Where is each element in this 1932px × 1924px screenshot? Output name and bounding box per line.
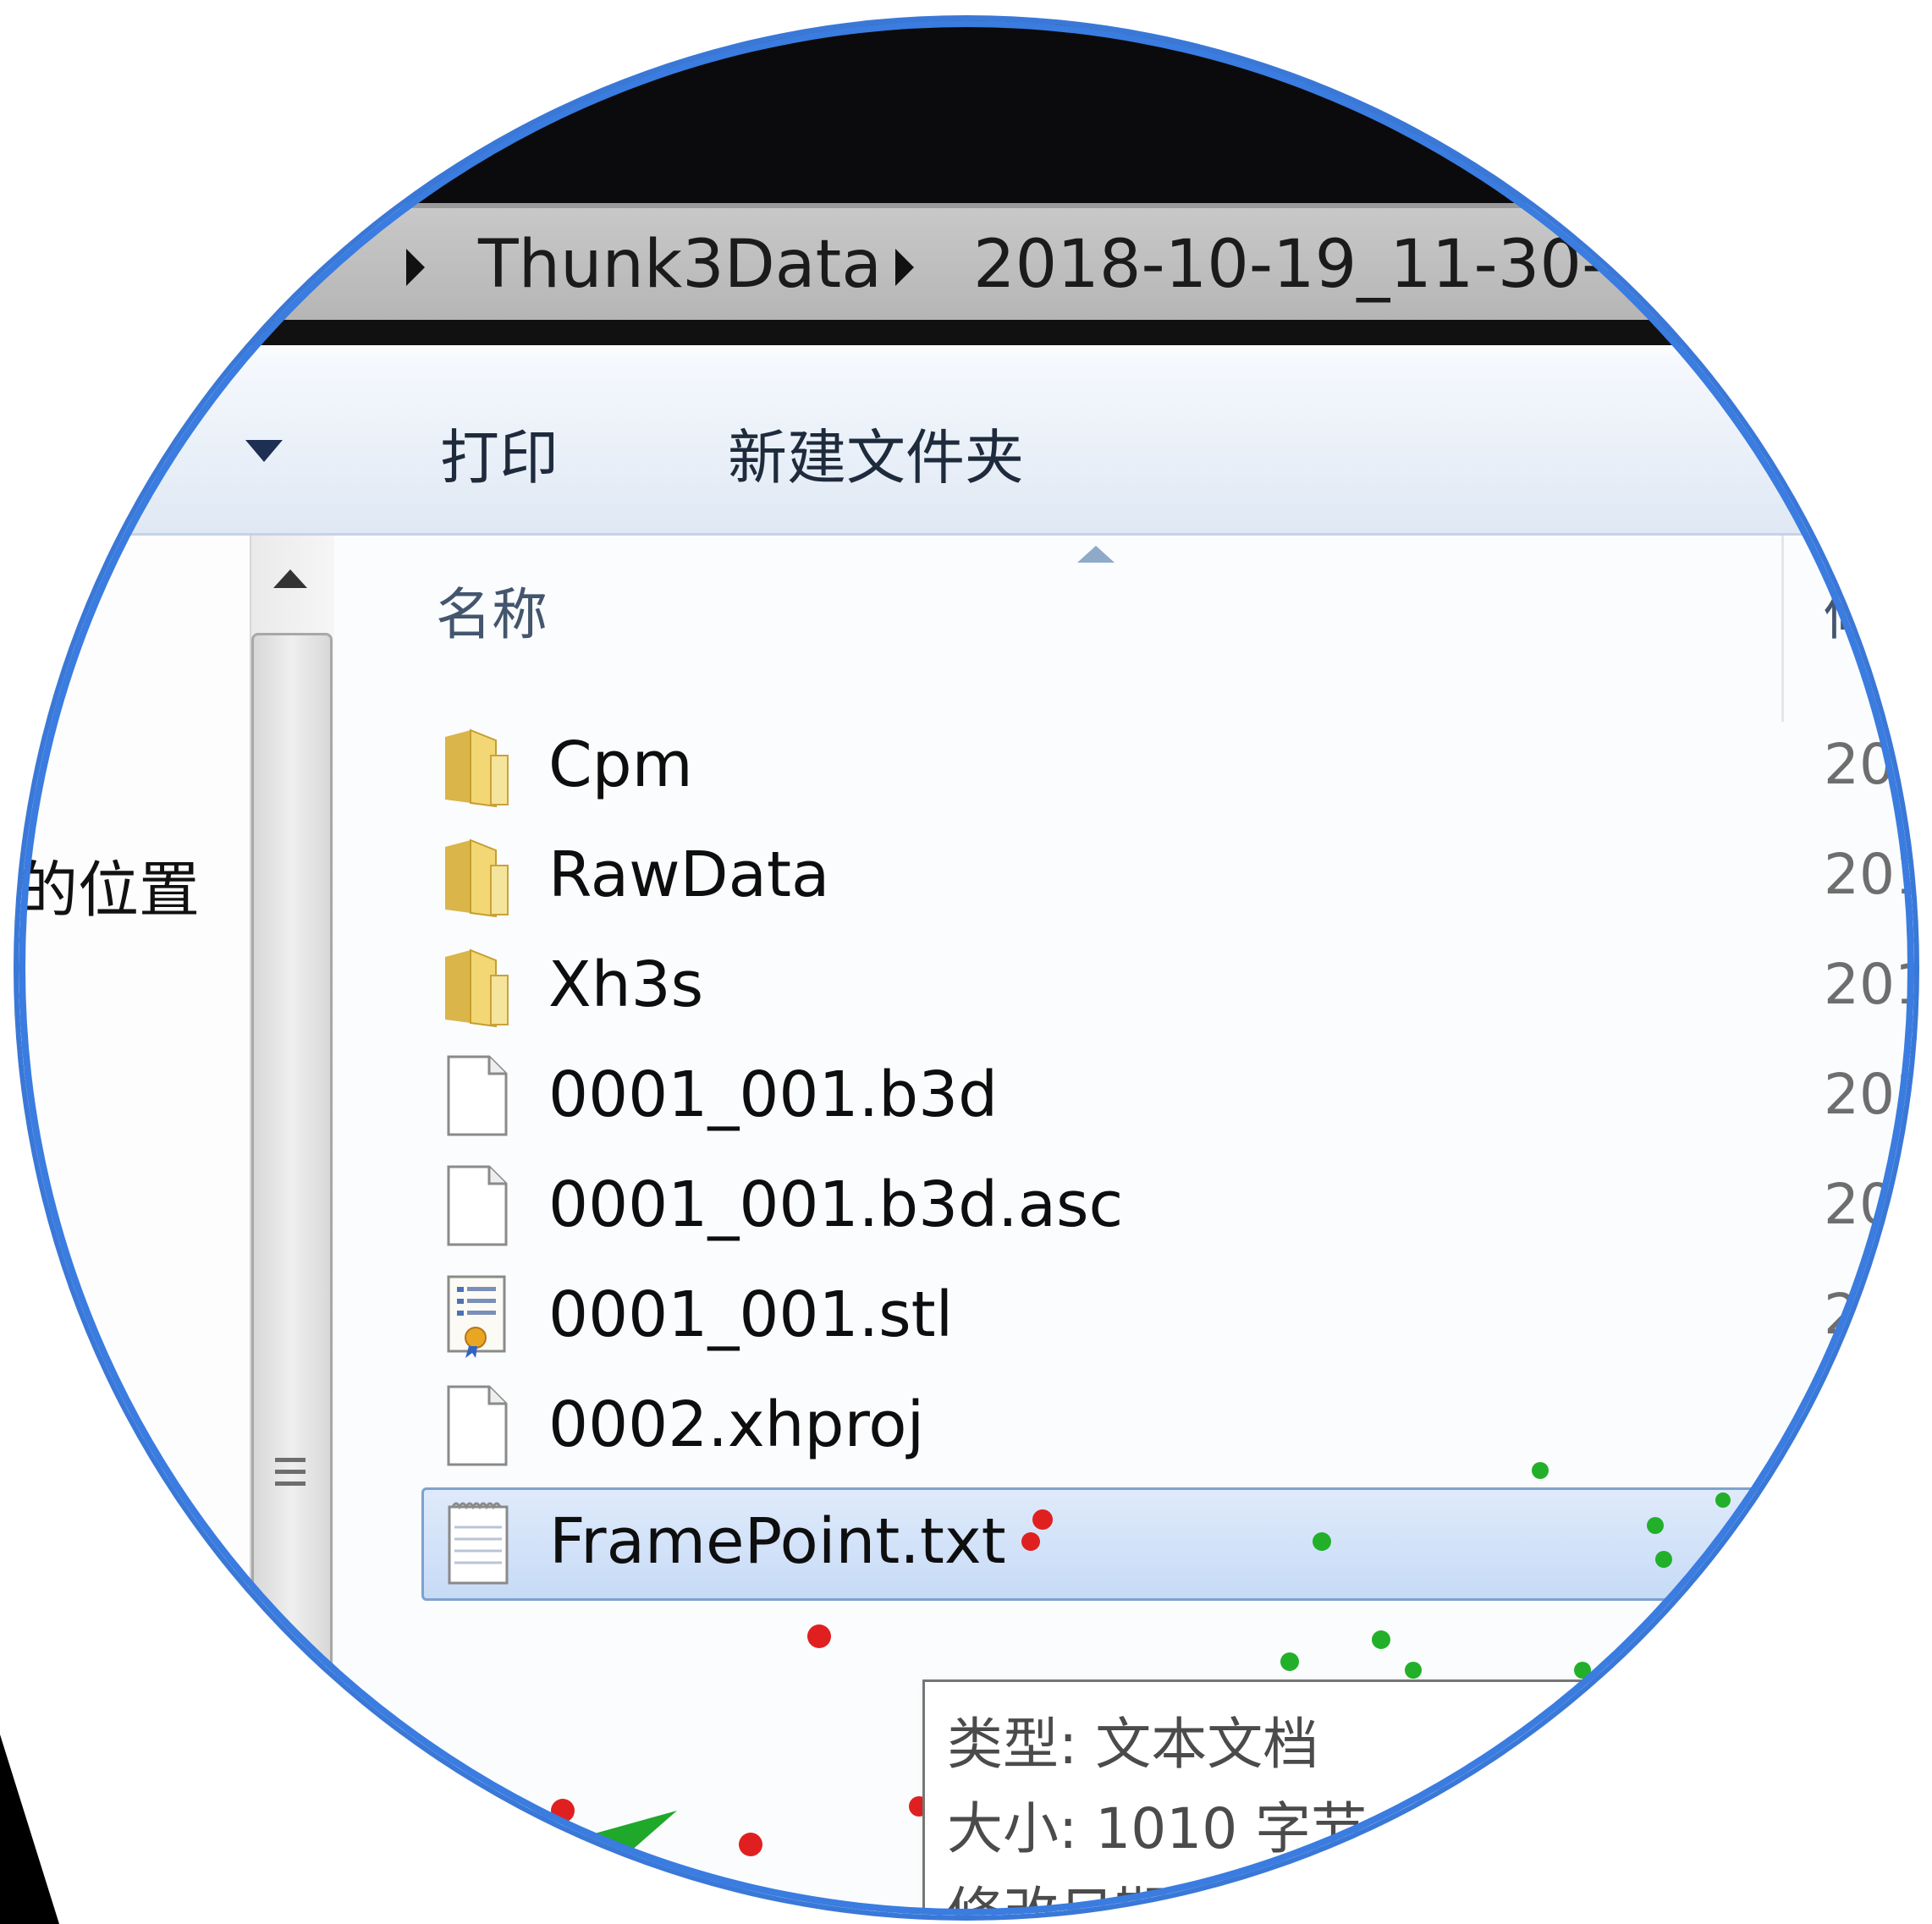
tooltip-modified: 修改日期 (947, 1881, 1170, 1916)
tooltip-type: 类型: 文本文档 (947, 1712, 1319, 1777)
point-cloud-overlay (447, 1462, 1743, 1916)
file-tooltip: 类型: 文本文档 大小: 1010 字节 修改日期 (922, 1679, 1604, 1916)
green-mesh-shape (449, 1811, 677, 1916)
magnifier-lens: Thunk3Data 2018-10-19_11-30-40 打印 新建文件夹 … (19, 20, 1914, 1916)
black-corner-shape (0, 1734, 59, 1924)
screen: Thunk3Data 2018-10-19_11-30-40 打印 新建文件夹 … (0, 0, 1932, 1924)
mouse-cursor-icon (1699, 1662, 1743, 1729)
tooltip-size: 大小: 1010 字节 (947, 1796, 1368, 1861)
